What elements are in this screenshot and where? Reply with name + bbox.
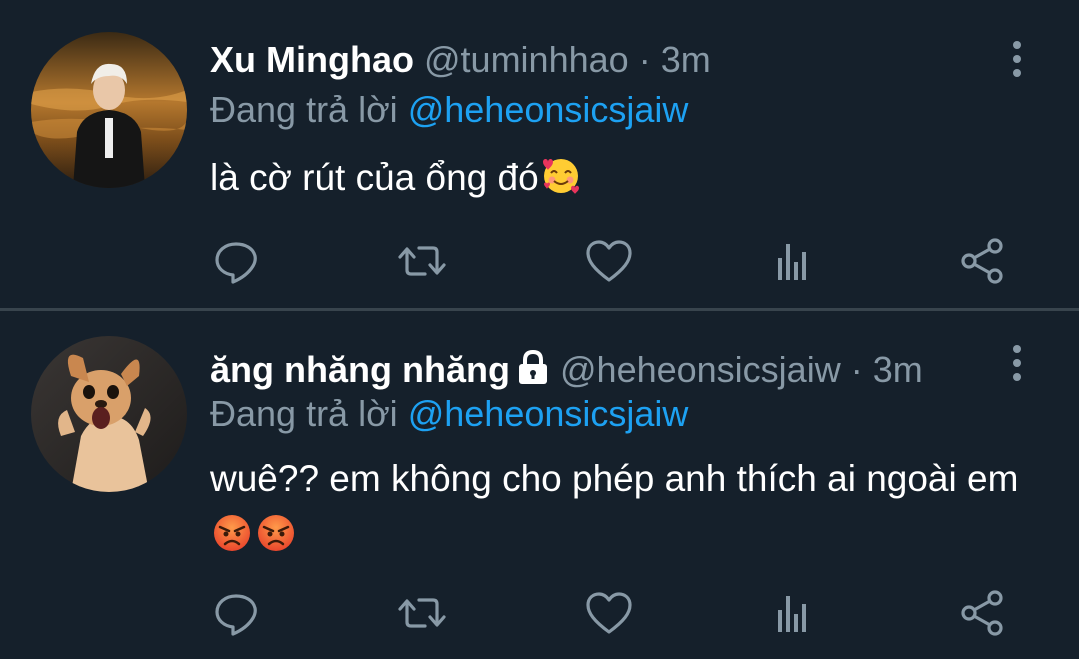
- angry-face-icon: [210, 511, 254, 571]
- tweet-text-content: là cờ rút của ổng đó: [210, 157, 539, 198]
- more-options-icon[interactable]: [1007, 38, 1027, 82]
- tweet-feed: Xu Minghao @tuminhhao · 3m Đang trả lời …: [0, 0, 1079, 659]
- smiling-face-with-hearts-icon: [539, 154, 583, 214]
- tweet-actions: [0, 588, 1079, 638]
- tweet[interactable]: ăng nhăng nhăng @heheonsicsjaiw · 3m Đan…: [0, 311, 1079, 659]
- reply-prefix: Đang trả lời: [210, 393, 398, 434]
- timestamp[interactable]: 3m: [661, 39, 711, 80]
- tweet[interactable]: Xu Minghao @tuminhhao · 3m Đang trả lời …: [0, 0, 1079, 308]
- reply-prefix: Đang trả lời: [210, 89, 398, 130]
- tweet-text: wuê?? em không cho phép anh thích ai ngo…: [210, 451, 1030, 571]
- tweet-text: là cờ rút của ổng đó: [210, 150, 1030, 214]
- tweet-text-content: wuê?? em không cho phép anh thích ai ngo…: [210, 458, 1019, 499]
- share-icon[interactable]: [957, 236, 1007, 286]
- author-name[interactable]: ăng nhăng nhăng: [210, 349, 510, 390]
- reply-target-link[interactable]: @heheonsicsjaiw: [408, 393, 689, 434]
- tweet-header: ăng nhăng nhăng @heheonsicsjaiw · 3m: [210, 348, 923, 395]
- reply-context: Đang trả lời @heheonsicsjaiw: [210, 88, 688, 132]
- analytics-icon[interactable]: [770, 588, 820, 638]
- like-icon[interactable]: [584, 588, 634, 638]
- timestamp[interactable]: 3m: [873, 349, 923, 390]
- like-icon[interactable]: [584, 236, 634, 286]
- reply-icon[interactable]: [211, 236, 261, 286]
- reply-icon[interactable]: [211, 588, 261, 638]
- retweet-icon[interactable]: [397, 236, 447, 286]
- tweet-actions: [0, 236, 1079, 286]
- analytics-icon[interactable]: [770, 236, 820, 286]
- avatar[interactable]: [31, 336, 187, 492]
- share-icon[interactable]: [957, 588, 1007, 638]
- avatar[interactable]: [31, 32, 187, 188]
- tweet-header: Xu Minghao @tuminhhao · 3m: [210, 38, 711, 82]
- retweet-icon[interactable]: [397, 588, 447, 638]
- angry-face-icon: [254, 511, 298, 571]
- reply-target-link[interactable]: @heheonsicsjaiw: [408, 89, 689, 130]
- author-handle[interactable]: @tuminhhao: [424, 39, 629, 80]
- author-handle[interactable]: @heheonsicsjaiw: [560, 349, 841, 390]
- reply-context: Đang trả lời @heheonsicsjaiw: [210, 392, 688, 436]
- separator-dot: ·: [850, 349, 863, 390]
- more-options-icon[interactable]: [1007, 342, 1027, 386]
- author-name[interactable]: Xu Minghao: [210, 39, 414, 80]
- separator-dot: ·: [638, 39, 651, 80]
- lock-icon: [516, 349, 550, 395]
